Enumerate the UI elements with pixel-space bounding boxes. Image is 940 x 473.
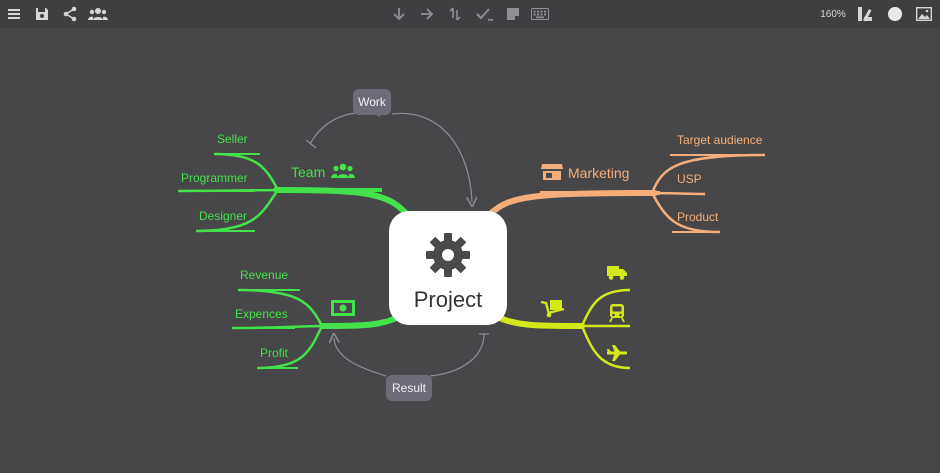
marketing-branch-line (487, 190, 658, 217)
logistics-branch-line (497, 315, 585, 329)
team-label[interactable]: Team (291, 164, 325, 180)
finance-child-profit[interactable]: Profit (260, 346, 288, 360)
gear-icon (426, 233, 470, 277)
mind-map-canvas[interactable]: Project Team Seller Programmer Designer … (0, 28, 940, 473)
finance-child-expences[interactable]: Expences (235, 307, 288, 321)
finance-child-revenue[interactable]: Revenue (240, 268, 288, 282)
note-icon[interactable] (503, 4, 523, 24)
image-icon[interactable] (914, 4, 934, 24)
users-icon[interactable] (88, 4, 108, 24)
keyboard-icon[interactable] (530, 4, 550, 24)
marketing-child-line-target (650, 153, 766, 194)
swap-icon[interactable] (445, 4, 465, 24)
result-relation-label[interactable]: Result (386, 375, 432, 401)
plane-icon[interactable] (607, 344, 627, 362)
money-icon[interactable] (331, 300, 355, 316)
train-icon[interactable] (609, 304, 625, 322)
root-node[interactable]: Project (389, 211, 507, 325)
dolly-icon[interactable] (540, 298, 566, 318)
users-icon (331, 163, 355, 178)
truck-icon[interactable] (607, 266, 627, 280)
result-relation-line-right (429, 333, 485, 377)
result-relation-line (334, 338, 387, 377)
arrow-right-icon[interactable] (417, 4, 437, 24)
team-child-programmer[interactable]: Programmer (181, 171, 248, 185)
share-icon[interactable] (60, 4, 80, 24)
work-relation-arrow (391, 112, 472, 202)
store-icon (541, 164, 563, 180)
marketing-child-line-usp (651, 191, 706, 196)
marketing-child-product[interactable]: Product (677, 210, 718, 224)
work-relation-label[interactable]: Work (353, 89, 391, 115)
toolbar: 160% (0, 0, 940, 28)
zoom-level[interactable]: 160% (815, 7, 851, 23)
team-child-designer[interactable]: Designer (199, 209, 247, 223)
root-title: Project (413, 287, 483, 312)
style-icon[interactable] (855, 4, 875, 24)
work-relation-line (309, 111, 381, 145)
menu-icon[interactable] (4, 4, 24, 24)
finance-branch-line (319, 315, 399, 329)
check-icon[interactable] (475, 4, 495, 24)
arrow-down-icon[interactable] (389, 4, 409, 24)
marketing-label[interactable]: Marketing (568, 165, 629, 181)
marketing-child-usp[interactable]: USP (677, 172, 702, 186)
save-icon[interactable] (32, 4, 52, 24)
marketing-child-target-audience[interactable]: Target audience (677, 133, 762, 147)
team-child-seller[interactable]: Seller (217, 132, 248, 146)
color-circle-icon[interactable] (885, 4, 905, 24)
team-branch-line (273, 187, 413, 221)
